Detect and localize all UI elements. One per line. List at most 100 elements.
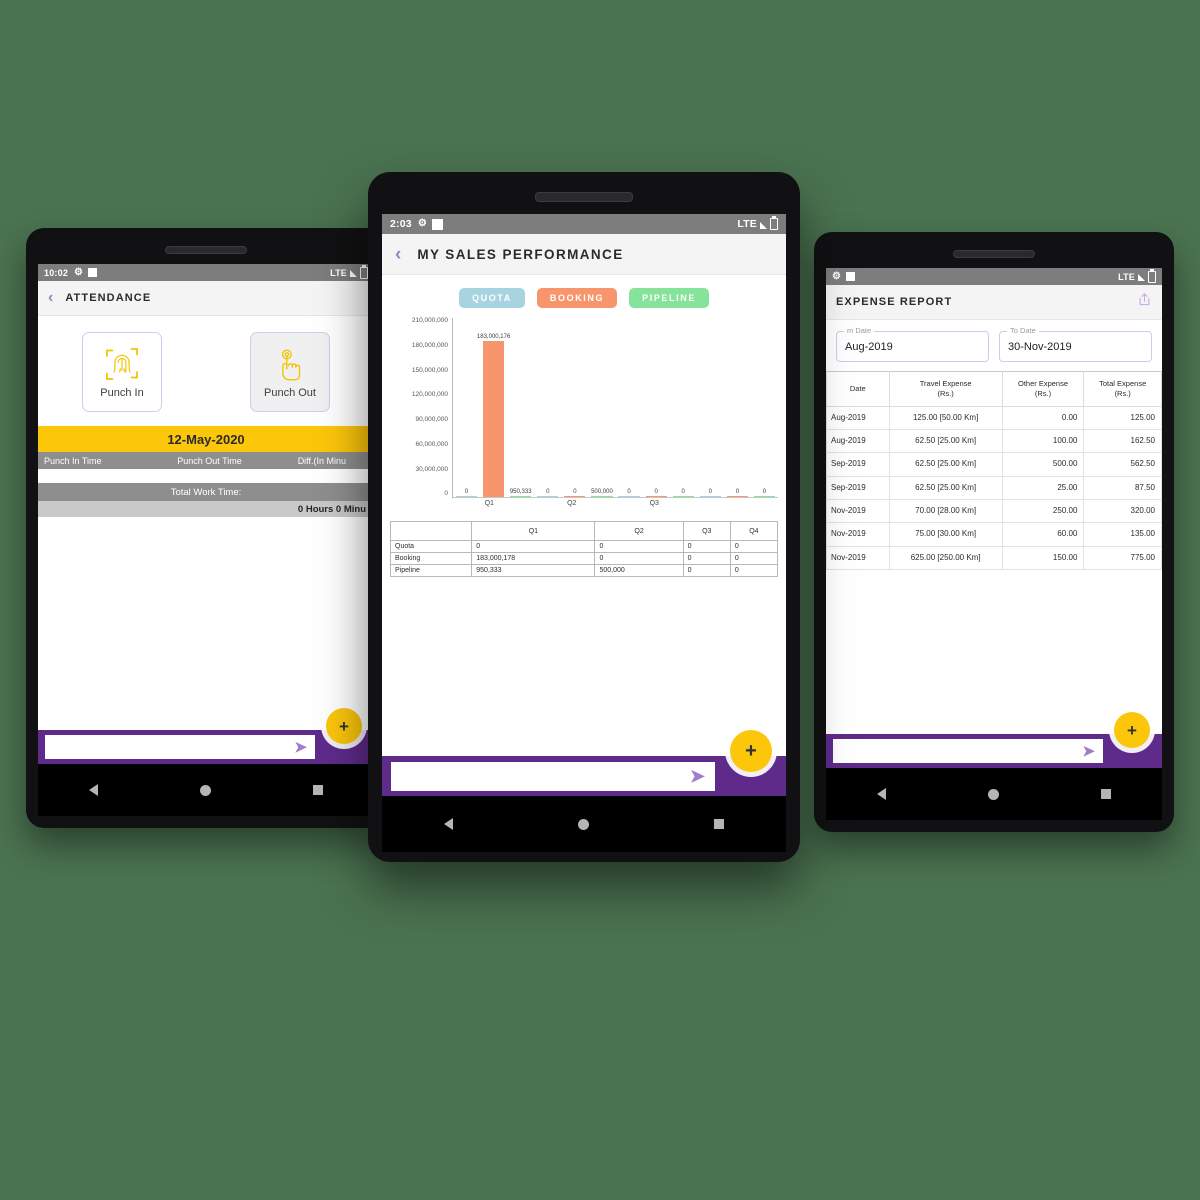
bar-rect — [672, 495, 694, 497]
share-icon[interactable] — [1137, 291, 1152, 313]
table-row[interactable]: Sep-2019 62.50 [25.00 Km] 25.00 87.50 — [826, 475, 1162, 501]
bar-value-label: 500,000 — [591, 488, 613, 495]
screen-sales: 2:03 ⚙ LTE ‹ MY SALES PERFORMANCE QUOTA B… — [382, 214, 786, 796]
table-row[interactable]: Nov-2019 75.00 [30.00 Km] 60.00 135.00 — [826, 522, 1162, 547]
table-row[interactable]: Aug-2019 62.50 [25.00 Km] 100.00 162.50 — [826, 428, 1162, 454]
nav-recent-icon[interactable] — [713, 819, 724, 829]
screen-expense: ⚙ LTE EXPENSE REPORT m Date Aug-2019 To … — [826, 268, 1162, 768]
screenshot-stage: 10:02 ⚙ LTE ‹ ATTENDANCE Punch In Punch … — [0, 0, 1200, 1200]
table-row[interactable]: Nov-2019 625.00 [250.00 Km] 150.00 775.00 — [826, 545, 1162, 571]
send-arrow-icon[interactable]: ➤ — [294, 740, 307, 755]
cell-value: 183,000,178 — [471, 552, 596, 565]
send-arrow-icon[interactable]: ➤ — [1082, 744, 1095, 759]
chart-y-axis: 210,000,000 180,000,000 150,000,000 120,000… — [386, 317, 452, 498]
android-nav-bar — [38, 764, 374, 816]
x-tick-label: Q2 — [567, 500, 577, 507]
total-work-time-label: Total Work Time: — [38, 483, 374, 501]
bar-value-label: 0 — [654, 488, 658, 495]
bar-pipeline-q2: 500,000 — [591, 318, 613, 497]
col-punch-in-time: Punch In Time — [44, 455, 102, 466]
x-tick-label — [696, 498, 779, 507]
cell-date: Nov-2019 — [826, 522, 890, 547]
from-date-label: m Date — [844, 326, 875, 335]
chart-area: 210,000,000 180,000,000 150,000,000 120,000… — [382, 314, 786, 507]
cell-date: Nov-2019 — [826, 499, 890, 524]
battery-icon — [1148, 268, 1156, 283]
col-diff-minutes: Diff.(In Minu — [297, 455, 347, 466]
table-row[interactable]: Sep-2019 62.50 [25.00 Km] 500.00 562.50 — [826, 452, 1162, 477]
cell-date: Aug-2019 — [826, 428, 890, 454]
cell-travel-expense: 125.00 [50.00 Km] — [888, 405, 1003, 430]
bar-pipeline-q1: 950,333 — [510, 318, 532, 497]
cell-other-expense: 100.00 — [1001, 428, 1085, 454]
nav-home-icon[interactable] — [988, 788, 999, 800]
add-fab[interactable]: + — [1114, 712, 1150, 748]
status-bar: 2:03 ⚙ LTE — [382, 214, 786, 234]
add-fab[interactable]: + — [326, 708, 362, 744]
to-date-label: To Date — [1007, 326, 1039, 335]
cell-value: 0 — [729, 540, 779, 553]
cell-other-expense: 60.00 — [1001, 522, 1085, 547]
bar-value-label: 183,000,176 — [476, 334, 511, 341]
app-bar-attendance: ‹ ATTENDANCE — [38, 281, 374, 316]
nav-back-icon[interactable] — [89, 784, 98, 796]
send-arrow-icon[interactable]: ➤ — [690, 767, 705, 785]
col-q2: Q2 — [594, 521, 684, 541]
earpiece-speaker — [535, 192, 633, 202]
cell-total-expense: 135.00 — [1083, 522, 1162, 547]
table-row[interactable]: Nov-2019 70.00 [28.00 Km] 250.00 320.00 — [826, 499, 1162, 524]
bar-rect — [753, 495, 775, 497]
nav-back-icon[interactable] — [877, 788, 886, 800]
chevron-left-icon[interactable]: ‹ — [395, 245, 401, 264]
nav-recent-icon[interactable] — [1101, 789, 1111, 799]
to-date-field[interactable]: To Date 30-Nov-2019 — [999, 326, 1152, 362]
gear-icon: ⚙ — [74, 266, 84, 278]
table-row[interactable]: Aug-2019 125.00 [50.00 Km] 0.00 125.00 — [826, 405, 1162, 430]
legend-pill-booking[interactable]: BOOKING — [536, 288, 618, 308]
cell-travel-expense: 62.50 [25.00 Km] — [888, 475, 1003, 501]
nav-home-icon[interactable] — [577, 818, 589, 830]
status-time: 2:03 — [390, 218, 412, 230]
punch-out-label: Punch Out — [264, 387, 316, 399]
attendance-date-bar: 12-May-2020 — [38, 426, 374, 452]
nav-back-icon[interactable] — [444, 818, 454, 830]
bar-rect — [537, 495, 559, 497]
chat-input[interactable]: ➤ — [391, 761, 715, 791]
bar-quota-q3: 0 — [618, 318, 640, 497]
bar-rect — [510, 495, 532, 497]
page-title: ATTENDANCE — [65, 292, 152, 304]
y-tick-label: 120,000,000 — [411, 391, 448, 399]
attendance-body: Punch In Punch Out 12-May-2020 Punch In … — [38, 316, 374, 764]
bar-booking-q3: 0 — [645, 318, 667, 497]
col-q4: Q4 — [729, 521, 779, 541]
from-date-field[interactable]: m Date Aug-2019 — [836, 326, 989, 362]
bottom-chat-bar: ➤ — [382, 756, 786, 796]
punch-in-button[interactable]: Punch In — [82, 332, 162, 412]
bar-pipeline-q3: 0 — [672, 318, 694, 497]
legend-pill-quota[interactable]: QUOTA — [459, 288, 525, 308]
bar-rect — [699, 495, 721, 497]
square-icon — [432, 218, 443, 230]
col-header-3: Total Expense (Rs.) — [1083, 371, 1162, 407]
nav-recent-icon[interactable] — [313, 785, 323, 795]
signal-icon — [760, 221, 767, 229]
nav-home-icon[interactable] — [200, 784, 211, 796]
battery-icon — [360, 264, 368, 279]
gear-icon: ⚙ — [832, 270, 842, 282]
bar-value-label: 0 — [708, 488, 712, 495]
expense-body: m Date Aug-2019 To Date 30-Nov-2019 Date… — [826, 320, 1162, 768]
col-blank — [389, 521, 473, 541]
bar-booking-q1: 183,000,176 — [477, 318, 510, 497]
punch-out-button[interactable]: Punch Out — [250, 332, 330, 412]
square-icon — [88, 268, 98, 277]
attendance-empty-row — [38, 469, 374, 483]
chevron-left-icon[interactable]: ‹ — [48, 290, 53, 306]
add-fab[interactable]: + — [730, 730, 772, 772]
legend-pill-pipeline[interactable]: PIPELINE — [629, 288, 709, 308]
signal-icon — [350, 270, 357, 277]
share-glyph — [1139, 293, 1150, 306]
to-date-value: 30-Nov-2019 — [1008, 340, 1072, 353]
chat-input[interactable]: ➤ — [45, 735, 315, 759]
chat-input[interactable]: ➤ — [833, 739, 1103, 763]
network-label: LTE — [737, 218, 757, 230]
